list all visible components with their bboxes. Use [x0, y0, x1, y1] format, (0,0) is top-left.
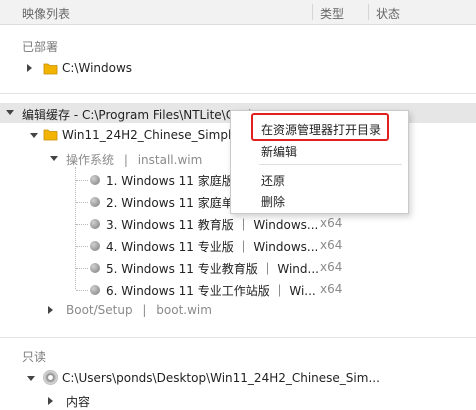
boot-separator: |	[142, 303, 147, 317]
edition-status-icon	[90, 241, 100, 251]
tree-line	[76, 246, 88, 247]
folder-icon	[43, 63, 58, 75]
tree-line	[76, 290, 88, 291]
tree-item-image[interactable]: Win11_24H2_Chinese_Simplified	[62, 128, 257, 142]
tree-item-contents[interactable]: 内容	[66, 393, 90, 410]
tree-line	[76, 180, 88, 181]
edition-status-icon	[90, 263, 100, 273]
column-header-image-list[interactable]: 映像列表	[22, 5, 70, 22]
folder-icon	[43, 129, 58, 141]
expand-arrow-icon[interactable]	[27, 64, 32, 72]
os-separator: |	[123, 153, 128, 167]
column-divider[interactable]	[368, 4, 369, 20]
edition-item-5[interactable]: 5. Windows 11 专业教育版 ｜ Wind...	[106, 260, 319, 277]
tree-item-windows[interactable]: C:\Windows	[62, 61, 132, 75]
edition-type: x64	[320, 282, 343, 296]
edition-item-3[interactable]: 3. Windows 11 教育版 ｜ Windows...	[106, 216, 318, 233]
edition-type: x64	[320, 216, 343, 230]
edition-type: x64	[320, 238, 343, 252]
column-header-type[interactable]: 类型	[320, 5, 344, 22]
expand-arrow-icon[interactable]	[48, 397, 53, 405]
tree-item-readonly-image[interactable]: C:\Users\ponds\Desktop\Win11_24H2_Chines…	[62, 371, 380, 385]
edition-item-1[interactable]: 1. Windows 11 家庭版	[106, 172, 234, 189]
expand-arrow-icon[interactable]	[48, 306, 53, 314]
collapse-arrow-icon[interactable]	[27, 376, 35, 381]
os-label: 操作系统	[66, 153, 115, 167]
edition-type: x64	[320, 260, 343, 274]
column-header: 映像列表 类型 状态	[0, 0, 476, 25]
tree-line	[75, 167, 76, 289]
group-label-deployed: 已部署	[22, 40, 59, 54]
group-label-readonly: 只读	[22, 350, 47, 364]
tree-line	[76, 224, 88, 225]
highlight-box	[251, 113, 389, 141]
column-divider[interactable]	[312, 4, 313, 20]
edition-status-icon	[90, 285, 100, 295]
tree-item-os[interactable]: 操作系统 | install.wim	[66, 151, 202, 168]
edition-item-4[interactable]: 4. Windows 11 专业版 ｜ Windows...	[106, 238, 318, 255]
menu-item-restore[interactable]: 还原	[261, 172, 285, 189]
column-header-status[interactable]: 状态	[376, 5, 400, 22]
collapse-arrow-icon[interactable]	[50, 156, 58, 161]
collapse-arrow-icon[interactable]	[6, 110, 14, 115]
tree-line	[76, 202, 88, 203]
disc-icon	[43, 370, 58, 385]
menu-separator	[259, 164, 402, 165]
tree-line	[76, 268, 88, 269]
group-divider	[0, 93, 476, 94]
menu-item-delete[interactable]: 删除	[261, 193, 285, 210]
tree-item-boot[interactable]: Boot/Setup | boot.wim	[66, 303, 212, 317]
edition-status-icon	[90, 197, 100, 207]
edition-status-icon	[90, 219, 100, 229]
group-divider	[0, 337, 476, 338]
boot-label: Boot/Setup	[66, 303, 133, 317]
edition-status-icon	[90, 175, 100, 185]
boot-file: boot.wim	[156, 303, 212, 317]
os-file: install.wim	[137, 153, 203, 167]
edition-item-6[interactable]: 6. Windows 11 专业工作站版 ｜ Wi...	[106, 282, 316, 299]
edition-item-2[interactable]: 2. Windows 11 家庭单	[106, 194, 234, 211]
collapse-arrow-icon[interactable]	[30, 133, 38, 138]
menu-item-new-edit[interactable]: 新编辑	[261, 143, 297, 160]
